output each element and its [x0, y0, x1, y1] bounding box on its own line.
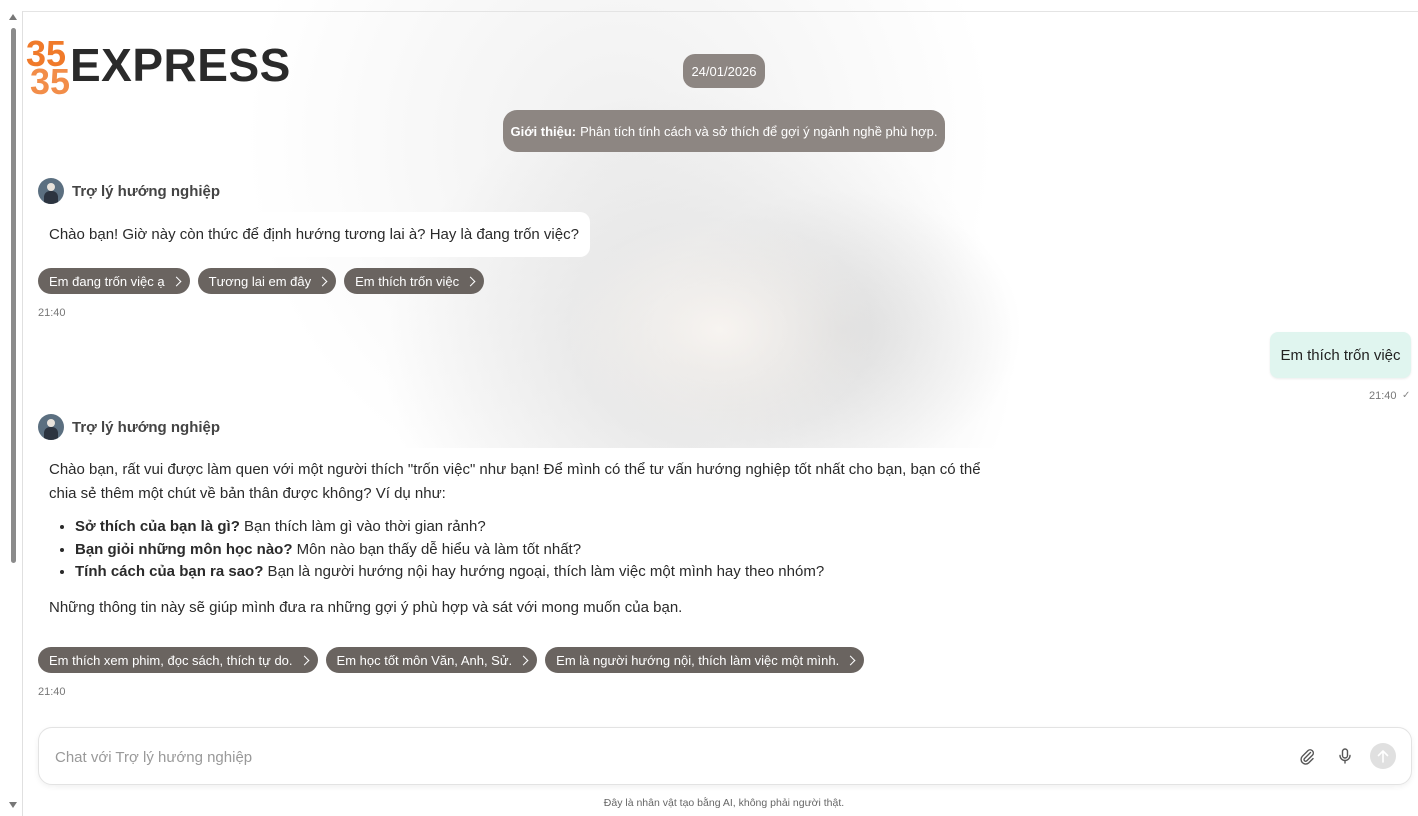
- chip-label: Em học tốt môn Văn, Anh, Sử.: [336, 652, 513, 668]
- message-time: 21:40: [38, 307, 66, 319]
- svg-text:35: 35: [30, 61, 70, 96]
- suggestion-chips-1: Em đang trốn việc ạ Tương lai em đây Em …: [38, 268, 485, 294]
- chevron-right-icon: [845, 655, 856, 665]
- assistant-name: Trợ lý hướng nghiệp: [72, 182, 221, 200]
- chip-label: Tương lai em đây: [208, 273, 312, 289]
- chat-input-bar: [38, 727, 1412, 785]
- arrow-up-icon: [1377, 750, 1389, 763]
- suggestion-chip[interactable]: Em đang trốn việc ạ: [38, 268, 190, 294]
- intro-text: Phân tích tính cách và sở thích để gợi ý…: [580, 123, 938, 139]
- assistant-name: Trợ lý hướng nghiệp: [72, 418, 221, 436]
- top-divider: [22, 11, 1418, 12]
- brand-logo: 35 35 EXPRESS: [26, 28, 291, 98]
- suggestion-chip[interactable]: Em là người hướng nội, thích làm việc mộ…: [545, 647, 865, 673]
- assistant-header: Trợ lý hướng nghiệp: [38, 414, 220, 440]
- send-button[interactable]: [1370, 743, 1396, 769]
- check-icon: ✓: [1402, 390, 1411, 401]
- list-item: Bạn giỏi những môn học nào? Môn nào bạn …: [75, 539, 987, 562]
- assistant-header: Trợ lý hướng nghiệp: [38, 178, 220, 204]
- chip-label: Em thích trốn việc: [355, 273, 460, 289]
- suggestion-chip[interactable]: Em thích trốn việc: [344, 268, 485, 294]
- question-list: Sở thích của bạn là gì? Bạn thích làm gì…: [49, 516, 987, 584]
- avatar: [38, 414, 64, 440]
- avatar: [38, 178, 64, 204]
- chevron-right-icon: [518, 655, 529, 665]
- chip-label: Em là người hướng nội, thích làm việc mộ…: [556, 652, 840, 668]
- chat-input[interactable]: [53, 744, 1257, 770]
- left-divider: [22, 11, 23, 816]
- suggestion-chips-2: Em thích xem phim, đọc sách, thích tự do…: [38, 647, 865, 673]
- chip-label: Em thích xem phim, đọc sách, thích tự do…: [49, 652, 293, 668]
- list-item: Tính cách của bạn ra sao? Bạn là người h…: [75, 561, 987, 584]
- message-text: Chào bạn! Giờ này còn thức để định hướng…: [49, 225, 579, 243]
- chevron-right-icon: [465, 276, 476, 286]
- message-outro: Những thông tin này sẽ giúp mình đưa ra …: [49, 598, 683, 616]
- chevron-right-icon: [317, 276, 328, 286]
- user-message: Em thích trốn việc: [1270, 332, 1411, 378]
- chevron-right-icon: [299, 655, 309, 665]
- scrollbar-thumb[interactable]: [11, 28, 16, 563]
- message-time: 21:40: [38, 686, 66, 698]
- paperclip-icon[interactable]: [1297, 746, 1317, 766]
- ai-disclaimer: Đây là nhân vật tạo bằng AI, không phải …: [603, 797, 845, 809]
- chevron-right-icon: [171, 276, 182, 286]
- intro-banner: Giới thiệu: Phân tích tính cách và sở th…: [503, 110, 945, 152]
- chip-label: Em đang trốn việc ạ: [49, 273, 165, 289]
- suggestion-chip[interactable]: Em học tốt môn Văn, Anh, Sử.: [325, 647, 538, 673]
- microphone-icon[interactable]: [1335, 746, 1355, 766]
- suggestion-chip[interactable]: Em thích xem phim, đọc sách, thích tự do…: [38, 647, 318, 673]
- assistant-message-1: Chào bạn! Giờ này còn thức để định hướng…: [38, 212, 590, 257]
- intro-label: Giới thiệu:: [510, 123, 577, 139]
- list-item: Sở thích của bạn là gì? Bạn thích làm gì…: [75, 516, 987, 539]
- suggestion-chip[interactable]: Tương lai em đây: [197, 268, 337, 294]
- message-intro: Chào bạn, rất vui được làm quen với một …: [49, 461, 981, 502]
- vertical-scrollbar[interactable]: [8, 14, 18, 814]
- user-message-time: 21:40: [1369, 390, 1397, 402]
- scroll-up-arrow-icon[interactable]: [9, 14, 17, 20]
- date-separator: 24/01/2026: [683, 54, 765, 88]
- logo-text: EXPRESS: [70, 39, 291, 91]
- logo-mark-icon: 35 35: [26, 33, 70, 96]
- user-message-text: Em thích trốn việc: [1280, 346, 1401, 364]
- assistant-message-2: Chào bạn, rất vui được làm quen với một …: [38, 448, 998, 635]
